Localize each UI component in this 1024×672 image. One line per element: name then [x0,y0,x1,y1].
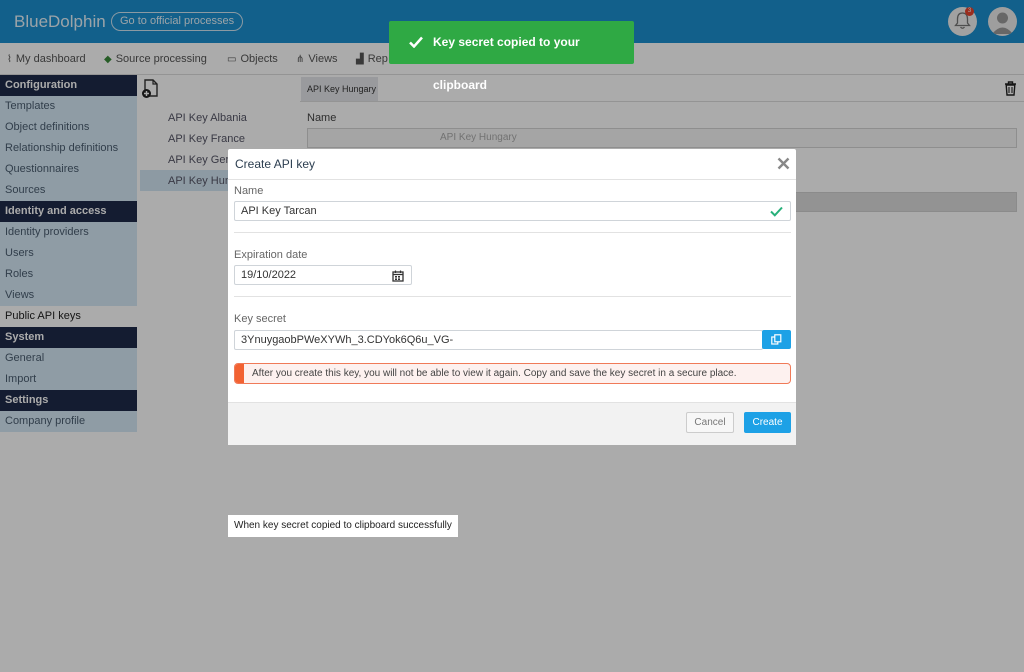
expiration-date-input[interactable]: 19/10/2022 [234,265,412,285]
create-api-key-modal: Create API key Name API Key Tarcan Expir… [228,149,796,445]
cancel-button[interactable]: Cancel [686,412,734,433]
expiration-date-label: Expiration date [234,249,308,261]
warning-accent-bar [235,364,244,383]
section-divider [234,232,791,233]
create-button[interactable]: Create [744,412,791,433]
copy-icon [771,334,782,345]
section-divider [234,296,791,297]
warning-message: After you create this key, you will not … [252,368,737,379]
valid-check-icon [770,204,783,222]
calendar-icon[interactable] [392,269,404,287]
copy-secret-button[interactable] [762,330,791,349]
warning-alert: After you create this key, you will not … [234,363,791,384]
screenshot-caption: When key secret copied to clipboard succ… [228,515,458,537]
checkmark-icon [409,36,423,48]
close-icon[interactable] [777,157,790,170]
key-secret-input[interactable]: 3YnuygaobPWeXYWh_3.CDYok6Q6u_VG- [234,330,763,350]
name-label: Name [234,185,264,197]
name-input[interactable]: API Key Tarcan [234,201,791,221]
key-secret-label: Key secret [234,313,286,325]
modal-header-divider [228,179,796,180]
modal-footer: Cancel Create [228,402,796,445]
modal-title: Create API key [235,157,316,171]
success-toast: Key secret copied to your clipboard [389,21,634,92]
